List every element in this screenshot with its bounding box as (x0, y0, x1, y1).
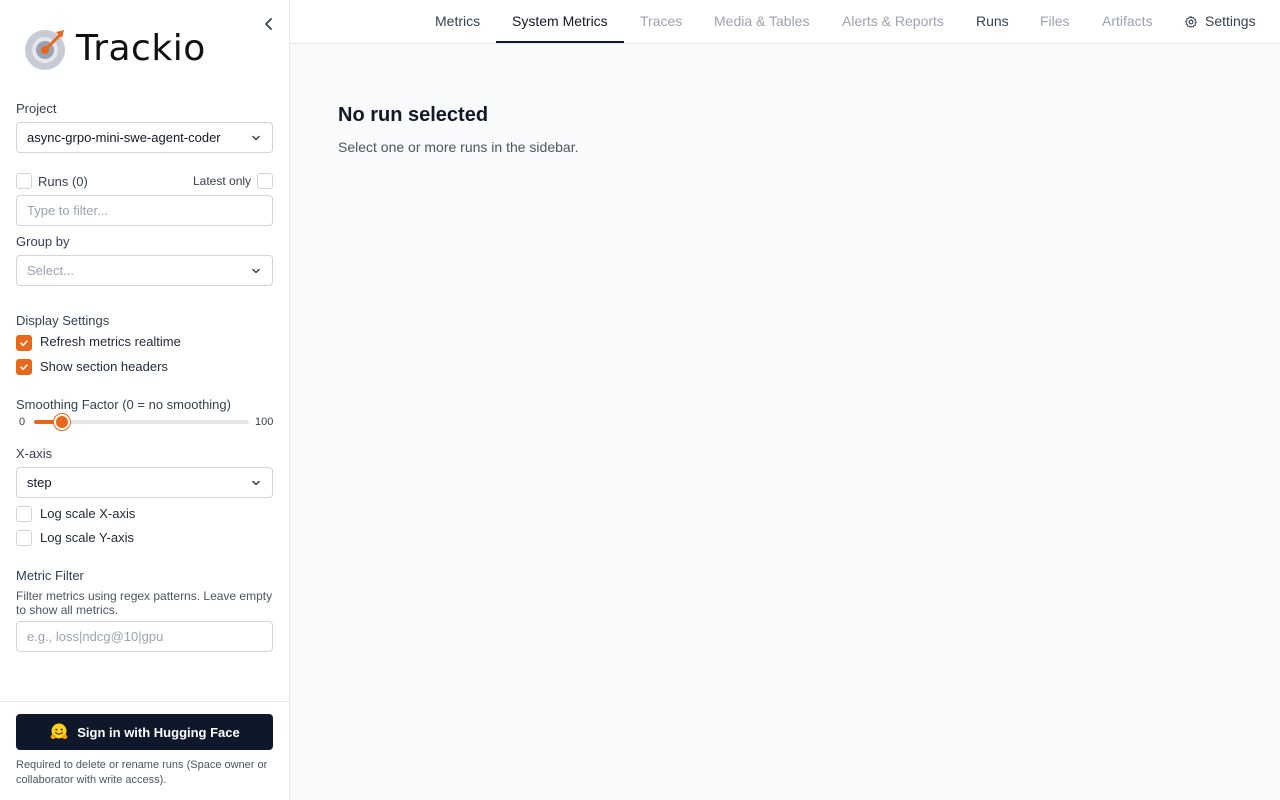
log-scale-x-label: Log scale X-axis (40, 506, 136, 521)
project-select-value: async-grpo-mini-swe-agent-coder (27, 130, 221, 145)
collapse-sidebar-button[interactable] (262, 15, 276, 33)
x-axis-label: X-axis (16, 446, 53, 461)
latest-only-checkbox[interactable] (257, 173, 273, 189)
x-axis-select[interactable]: step (16, 467, 273, 498)
runs-label: Runs (0) (38, 174, 88, 189)
tab-files[interactable]: Files (1040, 0, 1070, 43)
log-scale-x-checkbox[interactable] (16, 506, 32, 522)
app-logo: Trackio (24, 26, 206, 72)
metric-filter-label: Metric Filter (16, 568, 84, 583)
check-icon (20, 340, 28, 347)
settings-label: Settings (1205, 13, 1256, 29)
show-section-headers-label: Show section headers (40, 359, 168, 374)
group-by-placeholder: Select... (27, 263, 74, 278)
display-settings-label: Display Settings (16, 313, 110, 328)
sidebar: Trackio Project async-grpo-mini-swe-agen… (0, 0, 290, 800)
metric-filter-input[interactable] (16, 621, 273, 652)
tab-media-tables[interactable]: Media & Tables (714, 0, 809, 43)
sign-in-label: Sign in with Hugging Face (77, 724, 240, 740)
group-by-label: Group by (16, 234, 70, 249)
sign-in-hugging-face-button[interactable]: Sign in with Hugging Face (16, 714, 273, 750)
chevron-down-icon (252, 480, 260, 485)
tab-settings[interactable]: Settings (1184, 0, 1256, 43)
tab-system-metrics[interactable]: System Metrics (512, 0, 608, 43)
smoothing-label: Smoothing Factor (0 = no smoothing) (16, 397, 231, 412)
active-tab-indicator (496, 41, 624, 43)
smoothing-max: 100 (255, 416, 274, 428)
smoothing-min: 0 (19, 416, 26, 428)
refresh-realtime-checkbox[interactable] (16, 335, 32, 351)
refresh-realtime-label: Refresh metrics realtime (40, 334, 181, 349)
metric-filter-description: Filter metrics using regex patterns. Lea… (16, 589, 273, 617)
x-axis-select-value: step (27, 475, 52, 490)
sidebar-footer: Sign in with Hugging Face Required to de… (0, 701, 289, 800)
show-section-headers-checkbox[interactable] (16, 359, 32, 375)
tab-runs[interactable]: Runs (976, 0, 1009, 43)
sign-in-note: Required to delete or rename runs (Space… (16, 759, 268, 786)
app-name: Trackio (76, 28, 206, 69)
tab-alerts-reports[interactable]: Alerts & Reports (842, 0, 944, 43)
log-scale-y-label: Log scale Y-axis (40, 530, 134, 545)
runs-select-all-checkbox[interactable] (16, 173, 32, 189)
tab-metrics[interactable]: Metrics (435, 0, 480, 43)
project-select[interactable]: async-grpo-mini-swe-agent-coder (16, 122, 273, 153)
latest-only-label: Latest only (193, 174, 252, 188)
target-logo-icon (25, 30, 65, 70)
smoothing-slider[interactable] (34, 414, 249, 430)
log-scale-y-checkbox[interactable] (16, 530, 32, 546)
project-label: Project (16, 101, 57, 116)
page-title: No run selected (338, 104, 489, 126)
tab-artifacts[interactable]: Artifacts (1102, 0, 1153, 43)
gear-icon (1185, 15, 1197, 28)
group-by-select[interactable]: Select... (16, 255, 273, 286)
top-navigation: Metrics System Metrics Traces Media & Ta… (290, 0, 1280, 44)
page-subtitle: Select one or more runs in the sidebar. (338, 139, 579, 155)
tab-traces[interactable]: Traces (640, 0, 682, 43)
hugging-face-icon (50, 723, 68, 739)
check-icon (20, 364, 28, 371)
chevron-down-icon (252, 268, 260, 273)
runs-filter-input[interactable] (16, 195, 273, 226)
chevron-left-icon (265, 18, 272, 30)
smoothing-slider-thumb[interactable] (53, 414, 70, 430)
chevron-down-icon (252, 135, 260, 140)
